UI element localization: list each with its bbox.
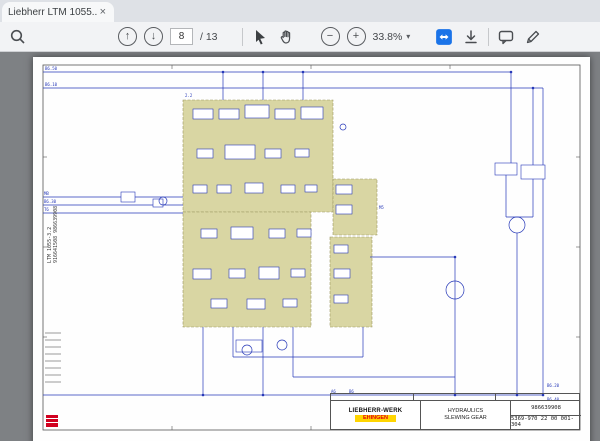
junction-dot <box>262 394 265 397</box>
valve-symbol <box>305 185 317 192</box>
tab-bar: Liebherr LTM 1055... × <box>0 0 600 22</box>
download-icon[interactable] <box>461 27 481 47</box>
drawing-number: 5369-970 22 00 001- 304 <box>511 416 581 430</box>
valve-symbol <box>336 205 352 214</box>
hydraulic-schematic: B6.50B6.10MBB6.30T62.2M5B6.20B6.40T7.6A6… <box>33 57 590 441</box>
page-number-input[interactable]: 8 <box>170 28 193 45</box>
valve-symbol <box>336 185 352 194</box>
round-component <box>277 340 287 350</box>
valve-symbol <box>334 269 350 278</box>
manufacturer-name: LIEBHERR-WERK <box>349 408 403 414</box>
junction-dot <box>532 87 535 90</box>
search-icon[interactable] <box>8 27 28 47</box>
valve-symbol <box>231 227 253 239</box>
valve-symbol <box>153 199 163 207</box>
valve-symbol <box>269 229 285 238</box>
tab-title: Liebherr LTM 1055... <box>8 7 98 18</box>
zoom-level-value[interactable]: 33.8% <box>373 31 403 43</box>
valve-symbol <box>197 149 213 158</box>
toolbar-divider <box>242 28 243 46</box>
drawing-title: HYDRAULICS SLEWING GEAR <box>421 401 511 429</box>
drawing-numbers: 986639908 5369-970 22 00 001- 304 <box>511 401 581 429</box>
valve-symbol <box>275 109 295 119</box>
manufacturer-logo: LIEBHERR-WERK EHINGEN <box>331 401 421 429</box>
valve-symbol <box>283 299 297 307</box>
junction-dot <box>222 71 225 74</box>
valve-symbol <box>217 185 231 193</box>
hand-tool-icon[interactable] <box>277 27 297 47</box>
valve-symbol <box>225 145 255 159</box>
valve-symbol <box>236 340 262 352</box>
manufacturer-city-badge: EHINGEN <box>355 415 396 422</box>
junction-dot <box>454 256 457 259</box>
valve-symbol <box>245 183 263 193</box>
valve-symbol <box>201 229 217 238</box>
select-tool-icon[interactable] <box>250 27 270 47</box>
round-component <box>340 124 346 130</box>
port-label: B6.50 <box>45 66 58 71</box>
port-label: B6.20 <box>547 383 560 388</box>
valve-symbol <box>281 185 295 193</box>
valve-symbol <box>265 149 281 158</box>
port-label: M5 <box>379 205 384 210</box>
round-component <box>509 217 525 233</box>
valve-symbol <box>521 165 545 179</box>
valve-symbol <box>193 269 211 279</box>
valve-symbol <box>245 105 269 118</box>
comment-icon[interactable] <box>496 27 516 47</box>
tab-close-icon[interactable]: × <box>98 6 108 18</box>
valve-symbol <box>229 269 245 278</box>
chevron-down-icon[interactable]: ▾ <box>406 32 410 41</box>
valve-symbol <box>259 267 279 279</box>
valve-symbol <box>211 299 227 308</box>
zoom-out-button[interactable]: − <box>321 27 340 46</box>
port-label: 2.2 <box>185 93 193 98</box>
valve-symbol <box>295 149 309 157</box>
valve-symbol <box>334 245 348 253</box>
fit-width-icon[interactable] <box>434 27 454 47</box>
valve-symbol <box>247 299 265 309</box>
title-block-header-row <box>330 393 580 400</box>
valve-symbol <box>291 269 305 277</box>
valve-symbol <box>193 109 213 119</box>
side-strip-ident: 916641508 986639908 <box>53 206 59 263</box>
valve-symbol <box>334 295 348 303</box>
valve-symbol <box>121 192 135 202</box>
junction-dot <box>202 394 205 397</box>
pdf-page: B6.50B6.10MBB6.30T62.2M5B6.20B6.40T7.6A6… <box>33 57 590 441</box>
page-down-button[interactable]: ↓ <box>144 27 163 46</box>
valve-symbol <box>301 107 323 119</box>
junction-dot <box>262 71 265 74</box>
port-label: B6.10 <box>45 82 58 87</box>
valve-symbol <box>193 185 207 193</box>
liebherr-crane-logo <box>46 415 58 427</box>
browser-tab[interactable]: Liebherr LTM 1055... × <box>2 2 114 22</box>
junction-dot <box>510 71 513 74</box>
drawing-title-line2: SLEWING GEAR <box>444 415 486 422</box>
pdf-viewport[interactable]: B6.50B6.10MBB6.30T62.2M5B6.20B6.40T7.6A6… <box>0 52 600 441</box>
title-block: LIEBHERR-WERK EHINGEN HYDRAULICS SLEWING… <box>330 400 580 430</box>
ident-number: 986639908 <box>511 401 581 416</box>
pdf-toolbar: ↑ ↓ 8 / 13 − + 33.8% ▾ <box>0 22 600 52</box>
side-title-strip: LTM 1055-3.2 916641508 986639908 <box>47 206 59 263</box>
pen-icon[interactable] <box>523 27 543 47</box>
toolbar-divider <box>488 28 489 46</box>
port-label: B6.30 <box>44 199 57 204</box>
junction-dot <box>302 71 305 74</box>
zoom-in-button[interactable]: + <box>347 27 366 46</box>
valve-symbol <box>219 109 239 119</box>
page-count-label: / 13 <box>200 31 218 43</box>
drawing-title-line1: HYDRAULICS <box>448 408 483 415</box>
valve-symbol <box>495 163 517 175</box>
port-label: MB <box>44 191 49 196</box>
page-up-button[interactable]: ↑ <box>118 27 137 46</box>
valve-symbol <box>297 229 311 237</box>
